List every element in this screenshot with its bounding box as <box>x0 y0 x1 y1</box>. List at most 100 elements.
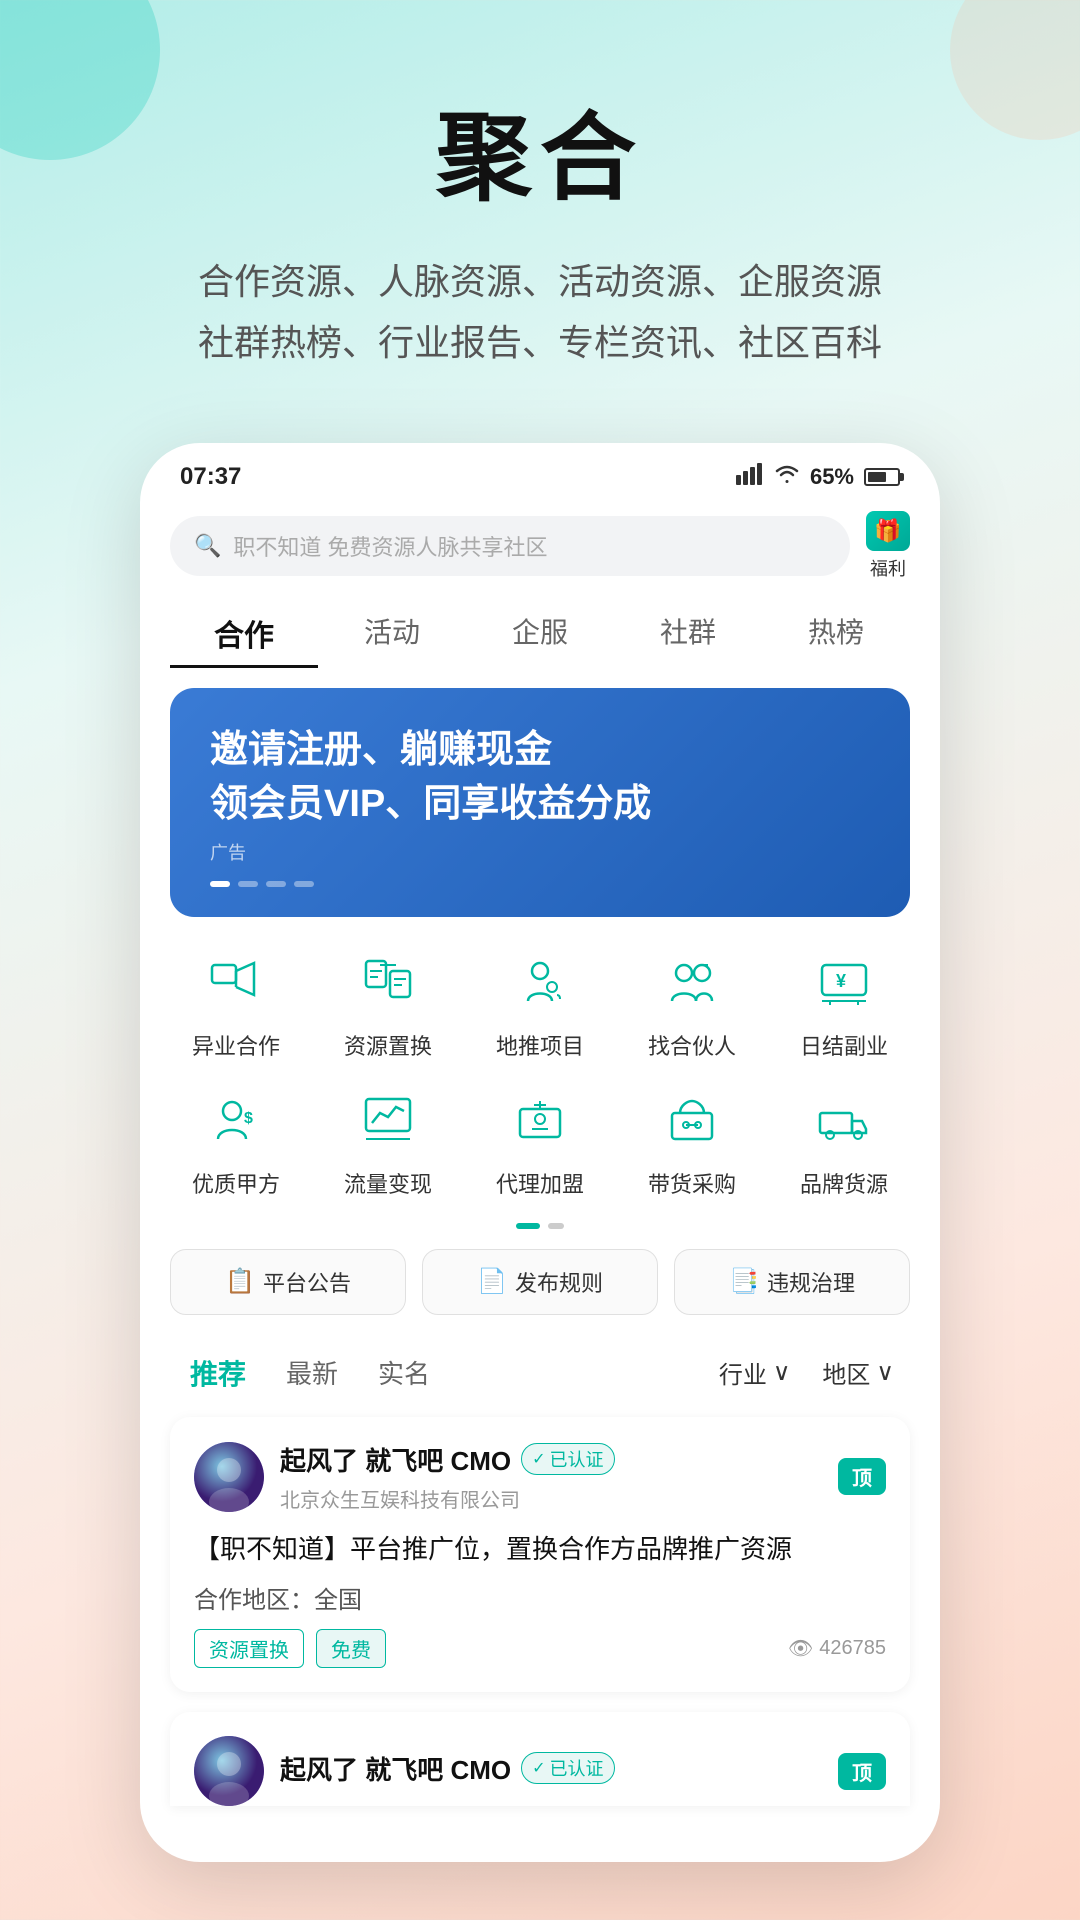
network-icon <box>736 463 764 491</box>
status-time: 07:37 <box>180 463 241 491</box>
welfare-label: 福利 <box>870 555 906 581</box>
grid-dot-2 <box>548 1223 564 1229</box>
filter-industry-dropdown[interactable]: 行业 ∨ <box>703 1347 807 1398</box>
governance-btn[interactable]: 📑 违规治理 <box>674 1249 910 1315</box>
post-card-2[interactable]: 起风了 就飞吧 CMO ✓ 已认证 顶 <box>170 1712 910 1806</box>
post-tags: 资源置换 免费 👁 426785 <box>194 1629 886 1668</box>
tag-free[interactable]: 免费 <box>316 1629 386 1668</box>
franchise-icon <box>504 1085 576 1157</box>
banner-line1: 邀请注册、躺赚现金 <box>210 724 870 777</box>
icon-label-shop: 带货采购 <box>648 1167 736 1199</box>
nav-tabs: 合作 活动 企服 社群 热榜 <box>140 591 940 688</box>
icon-item-partner[interactable]: 找合伙人 <box>632 947 752 1061</box>
user-name: 起风了 就飞吧 CMO <box>280 1441 511 1478</box>
icon-label-yiye: 异业合作 <box>192 1029 280 1061</box>
status-right: 65% <box>736 463 900 491</box>
banner-dot-2 <box>238 881 258 887</box>
company-name: 北京众生互娱科技有限公司 <box>280 1484 822 1513</box>
banner[interactable]: 邀请注册、躺赚现金 领会员VIP、同享收益分成 广告 <box>170 688 910 916</box>
truck-icon <box>808 1085 880 1157</box>
shop-icon <box>656 1085 728 1157</box>
tab-hotlist[interactable]: 热榜 <box>762 601 910 668</box>
icon-item-franchise[interactable]: 代理加盟 <box>480 1085 600 1199</box>
avatar-2 <box>194 1736 264 1806</box>
icon-label-partner: 找合伙人 <box>648 1029 736 1061</box>
top-badge-2: 顶 <box>838 1753 886 1790</box>
exchange-icon <box>352 947 424 1019</box>
icon-label-franchise: 代理加盟 <box>496 1167 584 1199</box>
location-user-icon <box>504 947 576 1019</box>
search-icon: 🔍 <box>194 533 221 559</box>
icon-item-dipush[interactable]: 地推项目 <box>480 947 600 1061</box>
icon-item-traffic[interactable]: 流量变现 <box>328 1085 448 1199</box>
user-info: 起风了 就飞吧 CMO ✓ 已认证 北京众生互娱科技有限公司 <box>280 1441 822 1513</box>
icon-item-vip[interactable]: $ 优质甲方 <box>176 1085 296 1199</box>
battery-label: 65% <box>810 464 854 490</box>
icon-row-2: $ 优质甲方 流量变现 <box>160 1085 920 1199</box>
banner-dot-3 <box>266 881 286 887</box>
icon-row-1: 异业合作 资源置换 <box>160 947 920 1061</box>
platform-notice-label: 平台公告 <box>263 1266 351 1298</box>
filter-verified[interactable]: 实名 <box>358 1346 450 1399</box>
search-bar[interactable]: 🔍 职不知道 免费资源人脉共享社区 <box>170 516 850 576</box>
filter-region-label: 地区 <box>822 1355 870 1390</box>
post-title: 【职不知道】平台推广位，置换合作方品牌推广资源 <box>194 1529 886 1571</box>
svg-text:¥: ¥ <box>836 971 846 991</box>
filter-region-dropdown[interactable]: 地区 ∨ <box>806 1347 910 1398</box>
welfare-button[interactable]: 🎁 福利 <box>866 511 910 581</box>
platform-notice-btn[interactable]: 📋 平台公告 <box>170 1249 406 1315</box>
chart-icon <box>352 1085 424 1157</box>
welfare-icon: 🎁 <box>866 511 910 551</box>
tab-enterprise[interactable]: 企服 <box>466 601 614 668</box>
share-icon <box>200 947 272 1019</box>
post-header: 起风了 就飞吧 CMO ✓ 已认证 北京众生互娱科技有限公司 顶 <box>194 1441 886 1513</box>
tab-community[interactable]: 社群 <box>614 601 762 668</box>
icon-grid: 异业合作 资源置换 <box>140 917 940 1229</box>
view-count: 👁 426785 <box>788 1636 886 1661</box>
publish-rules-btn[interactable]: 📄 发布规则 <box>422 1249 658 1315</box>
icon-label-exchange: 资源置换 <box>344 1029 432 1061</box>
view-number: 426785 <box>819 1637 886 1660</box>
icon-item-shop[interactable]: 带货采购 <box>632 1085 752 1199</box>
user-name-row: 起风了 就飞吧 CMO ✓ 已认证 <box>280 1441 822 1478</box>
search-placeholder: 职不知道 免费资源人脉共享社区 <box>233 530 547 562</box>
hero-title: 聚合 <box>60 80 1020 219</box>
icon-item-exchange[interactable]: 资源置换 <box>328 947 448 1061</box>
grid-pagination <box>160 1223 920 1229</box>
tab-activity[interactable]: 活动 <box>318 601 466 668</box>
banner-line2: 领会员VIP、同享收益分成 <box>210 778 870 831</box>
tag-exchange[interactable]: 资源置换 <box>194 1629 304 1668</box>
filter-recommended[interactable]: 推荐 <box>170 1345 266 1401</box>
user-name-2: 起风了 就飞吧 CMO <box>280 1750 511 1787</box>
top-badge: 顶 <box>838 1458 886 1495</box>
eye-icon: 👁 <box>788 1636 813 1661</box>
user-name-row-2: 起风了 就飞吧 CMO ✓ 已认证 <box>280 1750 822 1787</box>
publish-rules-label: 发布规则 <box>515 1266 603 1298</box>
chevron-down-icon-industry: ∨ <box>773 1358 791 1387</box>
icon-item-daily[interactable]: ¥ 日结副业 <box>784 947 904 1061</box>
icon-item-brand[interactable]: 品牌货源 <box>784 1085 904 1199</box>
icon-label-vip: 优质甲方 <box>192 1167 280 1199</box>
banner-dot-4 <box>294 881 314 887</box>
filter-tabs: 推荐 最新 实名 行业 ∨ 地区 ∨ <box>140 1335 940 1417</box>
icon-label-dipush: 地推项目 <box>496 1029 584 1061</box>
post-card-1[interactable]: 起风了 就飞吧 CMO ✓ 已认证 北京众生互娱科技有限公司 顶 【职不知道】平… <box>170 1417 910 1693</box>
icon-item-yiye[interactable]: 异业合作 <box>176 947 296 1061</box>
grid-dot-1 <box>516 1223 540 1229</box>
post-header-2: 起风了 就飞吧 CMO ✓ 已认证 顶 <box>194 1736 886 1806</box>
tab-cooperation[interactable]: 合作 <box>170 601 318 668</box>
phone-mockup: 07:37 65% <box>140 443 940 1862</box>
governance-label: 违规治理 <box>767 1266 855 1298</box>
filter-industry-label: 行业 <box>719 1355 767 1390</box>
hero-desc-line2: 社群热榜、行业报告、专栏资讯、社区百科 <box>60 312 1020 373</box>
check-icon-2: ✓ <box>532 1758 545 1778</box>
icon-label-daily: 日结副业 <box>800 1029 888 1061</box>
banner-dot-1 <box>210 881 230 887</box>
quick-links: 📋 平台公告 📄 发布规则 📑 违规治理 <box>170 1249 910 1315</box>
hero-desc-line1: 合作资源、人脉资源、活动资源、企服资源 <box>60 251 1020 312</box>
notice-icon: 📋 <box>225 1267 255 1296</box>
vip-user-icon: $ <box>200 1085 272 1157</box>
hero-section: 聚合 合作资源、人脉资源、活动资源、企服资源 社群热榜、行业报告、专栏资讯、社区… <box>0 0 1080 413</box>
verified-label: 已认证 <box>550 1446 604 1472</box>
filter-latest[interactable]: 最新 <box>266 1346 358 1399</box>
